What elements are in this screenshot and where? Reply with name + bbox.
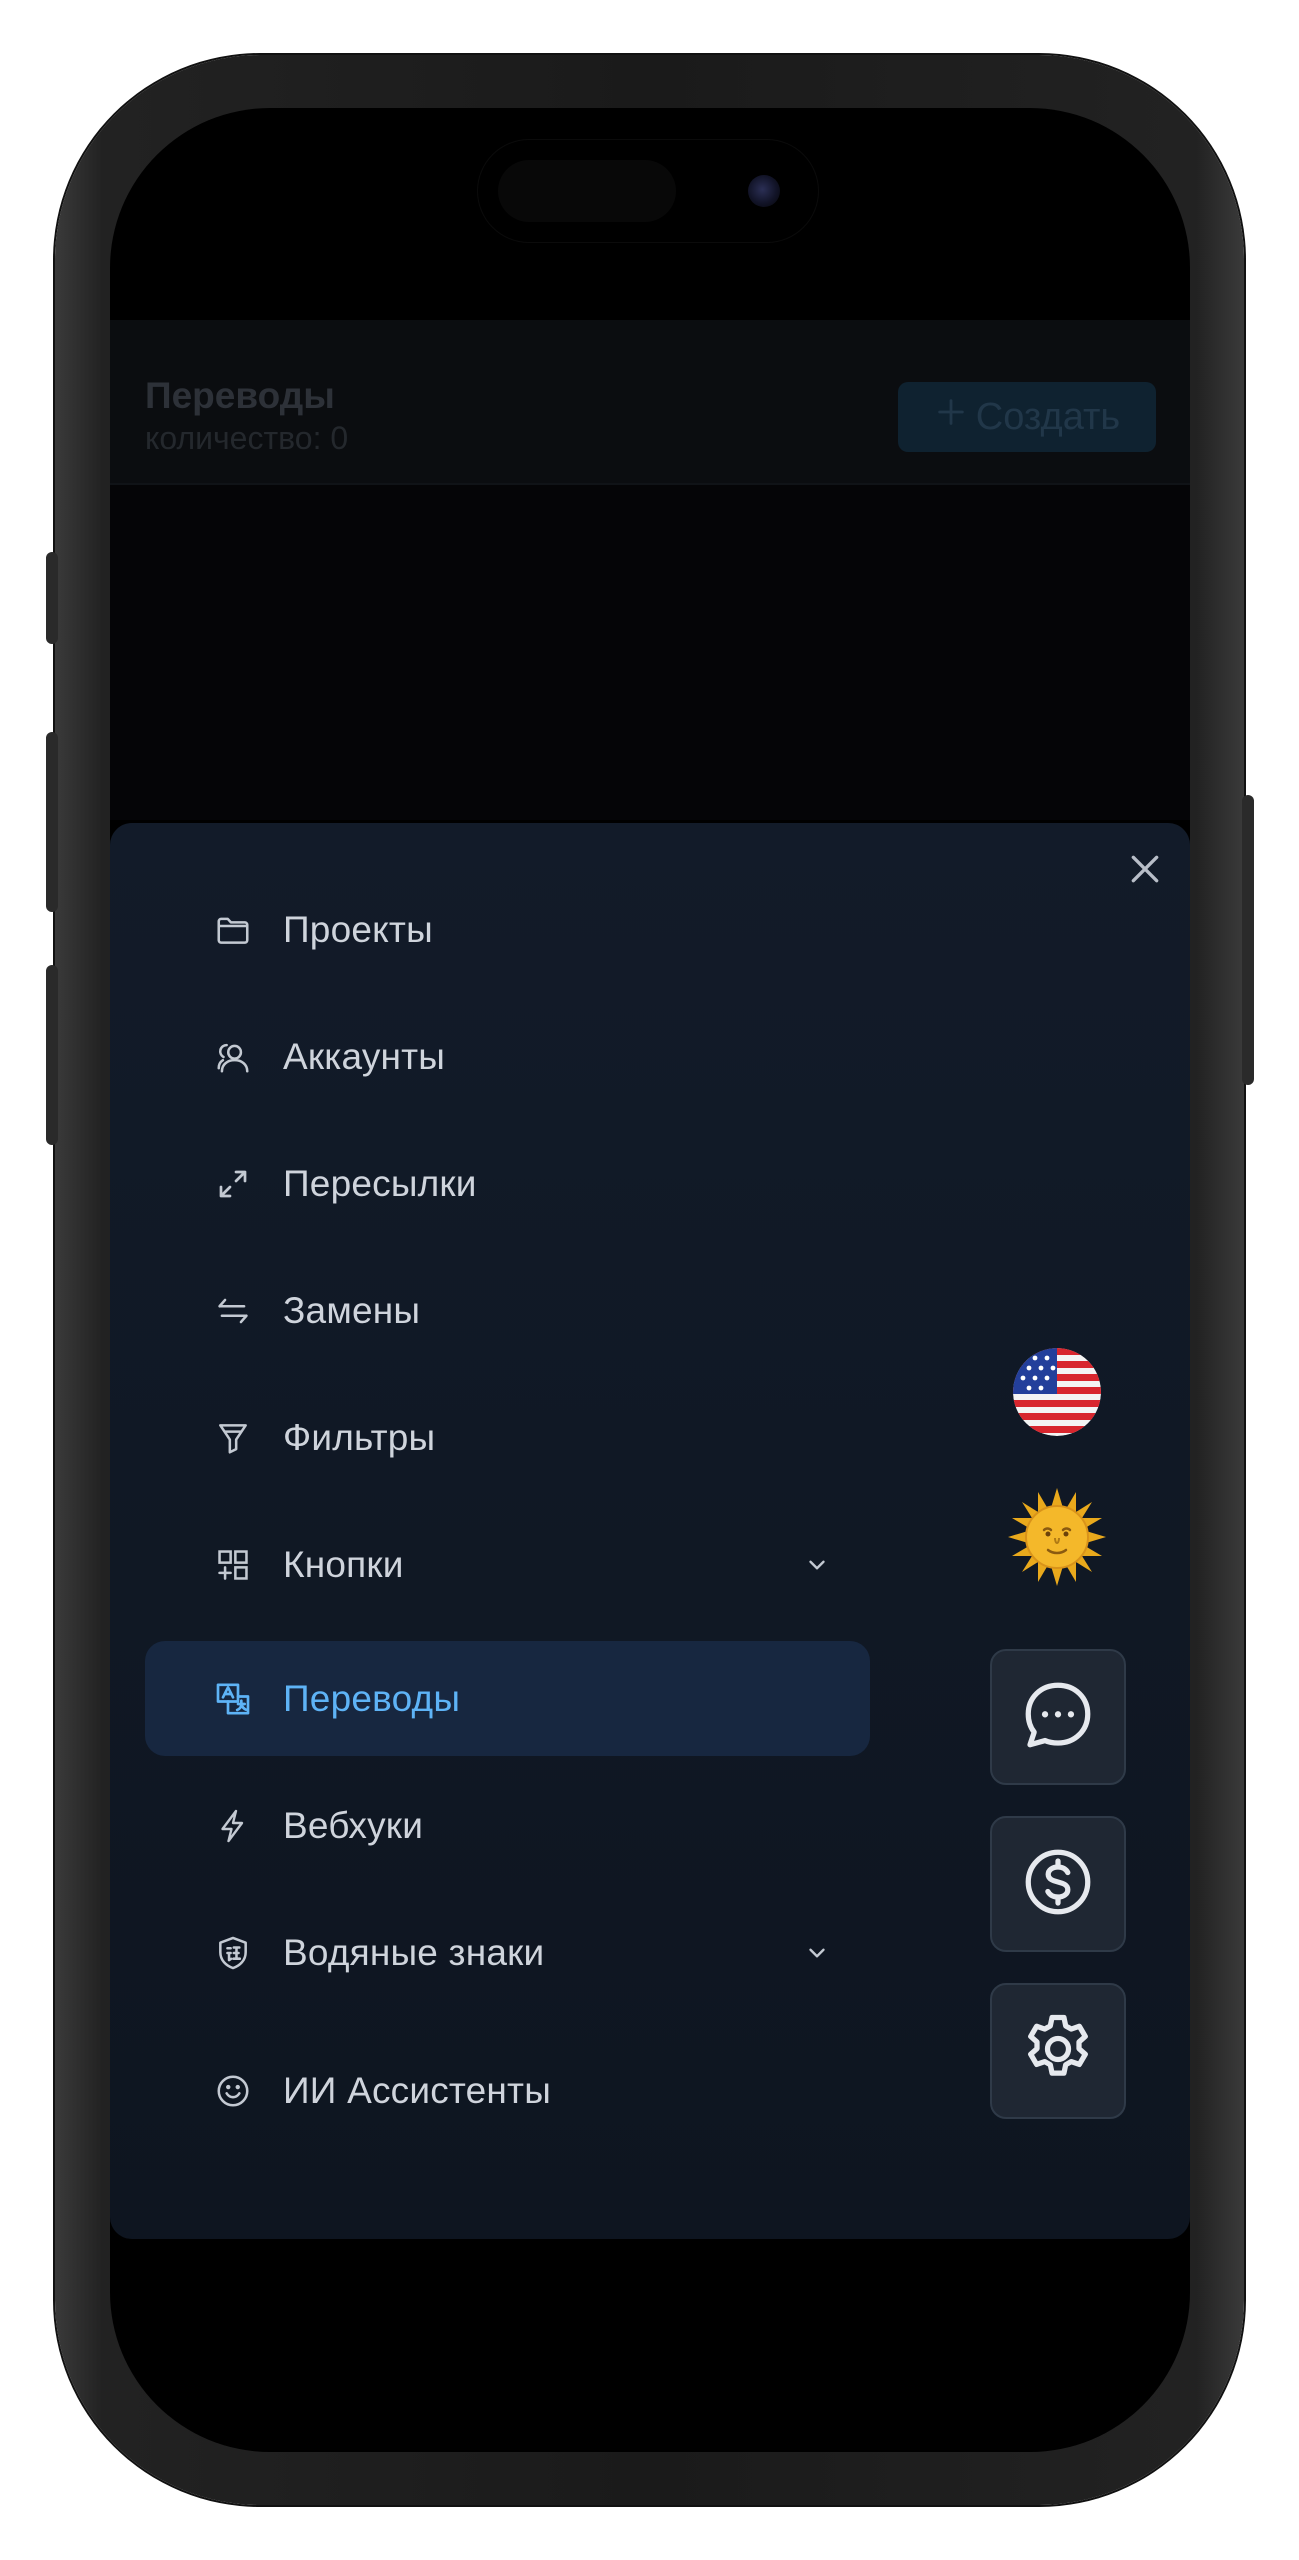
filter-icon [213,1418,253,1458]
chevron-down-icon[interactable] [803,1551,831,1579]
settings-button[interactable] [990,1983,1126,2119]
menu-item-forwards[interactable]: Пересылки [145,1126,870,1241]
users-icon [213,1037,253,1077]
close-button[interactable] [1122,848,1168,894]
chat-icon [1016,1673,1100,1762]
folder-icon [213,910,253,950]
page-count: количество: 0 [145,420,349,456]
menu-item-replacements[interactable]: Замены [145,1253,870,1368]
menu-item-filters[interactable]: Фильтры [145,1380,870,1495]
menu-item-label: Замены [283,1289,421,1331]
plus-icon [934,395,968,439]
menu-item-projects[interactable]: Проекты [145,872,870,987]
billing-button[interactable] [990,1816,1126,1952]
create-button-label: Создать [975,395,1121,438]
island-sensor [498,160,676,222]
close-icon [1125,849,1165,894]
menu-item-buttons[interactable]: Кнопки [145,1507,870,1622]
menu-item-accounts[interactable]: Аккаунты [145,999,870,1114]
chevron-down-icon[interactable] [803,1939,831,1967]
shield-stamp-icon [213,1933,253,1973]
phone-volume-up [46,732,58,912]
gear-icon [1016,2007,1100,2096]
camera-lens [748,175,780,207]
dollar-icon [1016,1840,1100,1929]
menu-item-label: Водяные знаки [283,1931,545,1973]
menu-item-label: Проекты [283,908,433,950]
us-flag-icon[interactable] [1013,1348,1101,1436]
phone-action-button [46,552,58,644]
menu-item-label: Фильтры [283,1416,436,1458]
sun-face-icon[interactable] [1008,1488,1106,1586]
menu-item-webhooks[interactable]: Вебхуки [145,1768,870,1883]
chat-button[interactable] [990,1649,1126,1785]
menu-item-watermarks[interactable]: Водяные знаки [145,1895,870,2010]
menu-item-translations[interactable]: Переводы [145,1641,870,1756]
smile-icon [213,2071,253,2111]
swap-arrows-icon [213,1291,253,1331]
menu-item-label: Кнопки [283,1543,404,1585]
menu-item-label: Аккаунты [283,1035,446,1077]
arrows-diagonal-icon [213,1164,253,1204]
menu-item-label: Вебхуки [283,1804,424,1846]
menu-item-label: Переводы [283,1677,461,1719]
create-button[interactable]: Создать [898,382,1156,452]
lightning-icon [213,1806,253,1846]
phone-volume-down [46,965,58,1145]
translate-icon [213,1679,253,1719]
page-title: Переводы [145,375,335,416]
menu-item-label: ИИ Ассистенты [283,2069,551,2111]
menu-item-label: Пересылки [283,1162,477,1204]
phone-power-button [1242,795,1254,1085]
grid-plus-icon [213,1545,253,1585]
menu-item-ai-assistants[interactable]: ИИ Ассистенты [145,2033,870,2148]
